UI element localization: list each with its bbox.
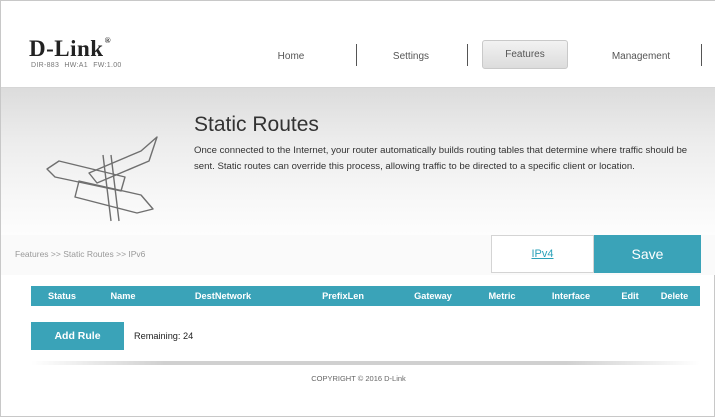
routes-table-header: Status Name DestNetwork PrefixLen Gatewa… <box>31 286 700 306</box>
dlink-logo[interactable]: D-Link® <box>29 36 111 62</box>
nav-separator <box>701 44 702 66</box>
column-header-name: Name <box>110 291 136 301</box>
column-header-gateway: Gateway <box>414 291 452 301</box>
column-header-metric: Metric <box>488 291 516 301</box>
router-admin-page: D-Link® DIR-883 HW:A1 FW:1.00 Home Setti… <box>0 0 715 417</box>
breadcrumb: Features >> Static Routes >> IPv6 <box>15 249 146 259</box>
column-header-status: Status <box>47 291 77 301</box>
tab-home[interactable]: Home <box>226 43 356 69</box>
column-header-destnetwork: DestNetwork <box>194 291 252 301</box>
tab-settings[interactable]: Settings <box>355 43 467 69</box>
save-button[interactable]: Save <box>594 235 701 273</box>
column-header-delete: Delete <box>660 291 689 301</box>
nav-separator <box>467 44 468 66</box>
tab-features[interactable]: Features <box>482 40 568 69</box>
page-description: Once connected to the Internet, your rou… <box>194 145 688 172</box>
header: D-Link® DIR-883 HW:A1 FW:1.00 Home Setti… <box>1 1 715 87</box>
footer-divider <box>31 361 700 365</box>
model-info: DIR-883 HW:A1 FW:1.00 <box>31 62 122 69</box>
page-title: Static Routes <box>194 113 319 136</box>
page-banner: Static Routes Once connected to the Inte… <box>1 87 715 235</box>
column-header-edit: Edit <box>621 291 639 301</box>
ipv4-link[interactable]: IPv4 <box>491 235 594 273</box>
tab-management[interactable]: Management <box>581 43 701 69</box>
column-header-interface: Interface <box>551 291 591 301</box>
remaining-count: Remaining: 24 <box>134 331 194 341</box>
column-header-prefixlen: PrefixLen <box>322 291 364 301</box>
add-rule-button[interactable]: Add Rule <box>31 322 124 350</box>
signpost-icon <box>46 136 158 222</box>
logo-text: D-Link <box>29 36 104 61</box>
copyright-text: COPYRIGHT © 2016 D-Link <box>311 374 406 383</box>
registered-mark: ® <box>104 36 112 45</box>
